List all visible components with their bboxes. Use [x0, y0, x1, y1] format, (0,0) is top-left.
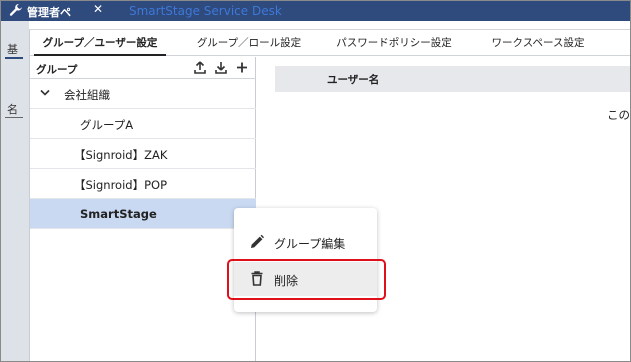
- active-underline: [5, 57, 23, 59]
- tab-group-user-settings[interactable]: グループ／ユーザー設定: [34, 35, 166, 56]
- tree-item-smartstage[interactable]: SmartStage: [30, 199, 256, 229]
- close-icon[interactable]: ✕: [93, 2, 103, 16]
- settings-dialog: グループ／ユーザー設定 グループ／ロール設定 パスワードポリシー設定 ワークスペ…: [29, 29, 630, 361]
- chevron-down-icon[interactable]: [40, 89, 50, 97]
- tab-workspace-settings[interactable]: ワークスペース設定: [482, 35, 594, 56]
- background-tab-label: 基: [7, 43, 18, 56]
- upload-icon[interactable]: [194, 61, 206, 74]
- download-icon[interactable]: [215, 61, 227, 74]
- column-header-username: ユーザー名: [327, 74, 380, 86]
- add-group-icon[interactable]: [236, 61, 248, 74]
- background-side-strip: 基 名: [1, 21, 29, 361]
- tree-item-label: 【Signroid】POP: [74, 178, 168, 192]
- app-title: SmartStage Service Desk: [129, 4, 282, 18]
- edit-group-label: グループ編集: [274, 237, 346, 251]
- app-header: 管理者ペ ✕ SmartStage Service Desk: [1, 1, 630, 21]
- tree-item-signroid-zak[interactable]: 【Signroid】ZAK: [30, 139, 256, 169]
- group-panel-header: グループ: [30, 57, 256, 79]
- tree-item-label: グループA: [80, 118, 134, 132]
- user-table-header: ユーザー名: [275, 66, 630, 92]
- group-panel-title: グループ: [36, 64, 78, 76]
- group-panel: グループ 会社組織 グループA 【Signroid】ZAK 【Signroid】…: [30, 57, 256, 361]
- background-tab-label: 名: [7, 103, 18, 116]
- wrench-icon: [9, 4, 22, 16]
- tree-item-group-a[interactable]: グループA: [30, 109, 256, 139]
- tree-item-company[interactable]: 会社組織: [30, 79, 256, 109]
- tree-item-label: 会社組織: [64, 88, 110, 102]
- tab-group-role-settings[interactable]: グループ／ロール設定: [190, 35, 308, 56]
- pencil-icon: [251, 234, 264, 248]
- screenshot-frame: 管理者ペ ✕ SmartStage Service Desk 基 名 グループ／…: [0, 0, 631, 362]
- group-context-menu: グループ編集 削除: [234, 208, 377, 312]
- admin-header-text: 管理者ペ: [27, 6, 71, 19]
- delete-label: 削除: [274, 274, 299, 288]
- settings-tabs: グループ／ユーザー設定 グループ／ロール設定 パスワードポリシー設定 ワークスペ…: [30, 30, 630, 56]
- tree-item-label: SmartStage: [80, 207, 157, 221]
- edit-group-menu-item[interactable]: グループ編集: [234, 225, 377, 259]
- tree-item-label: 【Signroid】ZAK: [74, 148, 168, 162]
- tab-password-policy-settings[interactable]: パスワードポリシー設定: [330, 35, 458, 56]
- delete-menu-item[interactable]: 削除: [234, 262, 377, 296]
- tree-item-signroid-pop[interactable]: 【Signroid】POP: [30, 169, 256, 199]
- divider: [5, 117, 23, 118]
- empty-message: この: [607, 108, 630, 122]
- trash-icon: [251, 271, 263, 286]
